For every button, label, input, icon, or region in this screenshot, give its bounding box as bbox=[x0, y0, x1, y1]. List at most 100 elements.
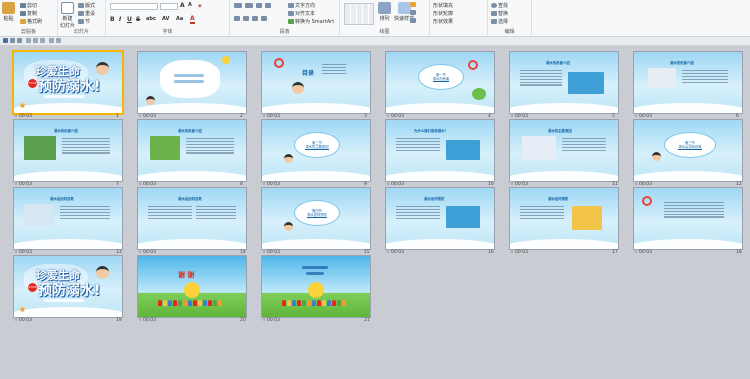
slide-thumbnail[interactable]: 珍爱生命 STOP 预防溺水! bbox=[14, 256, 122, 317]
star-icon: ☆ bbox=[14, 318, 19, 323]
font-name-box[interactable] bbox=[110, 3, 158, 10]
shapes-gallery[interactable] bbox=[344, 3, 374, 25]
slide-thumbnail[interactable]: 溺水的危害介绍 bbox=[14, 120, 122, 181]
italic-button[interactable]: I bbox=[119, 16, 121, 23]
section-button[interactable]: 节 bbox=[78, 18, 90, 25]
redo-icon[interactable] bbox=[17, 38, 22, 43]
slide-thumbnail[interactable]: 溺水如何预防 bbox=[386, 188, 494, 249]
start-slideshow-icon[interactable] bbox=[26, 38, 31, 43]
strikethrough-button[interactable]: S bbox=[136, 16, 140, 23]
clear-format-button[interactable]: ◈ bbox=[198, 3, 202, 9]
slide-thumbnail[interactable]: 第二节 溺水的主要原因 bbox=[262, 120, 370, 181]
shadow-button[interactable]: abc bbox=[146, 16, 156, 22]
slide-timing: ☆ 00:03 bbox=[386, 250, 405, 255]
spacing-button[interactable]: AV bbox=[162, 16, 169, 22]
slide-thumbnail[interactable]: 溺水如何预防 bbox=[510, 188, 618, 249]
change-case-button[interactable]: Aa bbox=[176, 16, 183, 22]
format-painter-button[interactable]: 格式刷 bbox=[20, 18, 42, 25]
wave-decoration bbox=[138, 103, 246, 113]
new-slide-button[interactable]: 新建 幻灯片 bbox=[60, 2, 75, 29]
wave-decoration bbox=[634, 239, 742, 249]
illustration bbox=[446, 206, 480, 228]
slide-number: 8 bbox=[240, 182, 243, 187]
island-graphic bbox=[472, 88, 486, 100]
paste-button[interactable]: 粘贴 bbox=[2, 2, 15, 22]
slide-number: 16 bbox=[488, 250, 494, 255]
align-left-icon[interactable] bbox=[234, 16, 240, 21]
shape-fill-label-button[interactable]: 形状填充 bbox=[433, 2, 453, 9]
view-sorter-icon[interactable] bbox=[56, 38, 61, 43]
font-size-box[interactable] bbox=[160, 3, 178, 10]
slide-timing: ☆ 00:03 bbox=[634, 114, 653, 119]
align-center-icon[interactable] bbox=[243, 16, 249, 21]
drawing-format-group: 形状填充 形状轮廓 形状效果 bbox=[430, 0, 488, 36]
slide-thumbnail[interactable]: 第一节 溺水的危害 bbox=[386, 52, 494, 113]
grow-font-button[interactable]: A bbox=[180, 2, 185, 9]
shrink-font-button[interactable]: A bbox=[188, 2, 192, 8]
bullets-icon[interactable] bbox=[234, 3, 242, 8]
print-preview-icon[interactable] bbox=[33, 38, 38, 43]
text-direction-button[interactable]: 文字方向 bbox=[288, 2, 315, 9]
slide-thumbnail[interactable]: 第三节 溺水后如何自救 bbox=[634, 120, 742, 181]
indent-icon[interactable] bbox=[265, 3, 271, 8]
cut-button[interactable]: 剪切 bbox=[20, 2, 37, 9]
star-icon: ☆ bbox=[14, 250, 19, 255]
slide-thumbnail[interactable]: 第四节 溺水如何预防 bbox=[262, 188, 370, 249]
slide-number: 20 bbox=[240, 318, 246, 323]
body-text bbox=[520, 206, 564, 220]
clipboard-group: 粘贴 剪切 复制 格式刷 剪贴板 bbox=[0, 0, 58, 36]
copy-button[interactable]: 复制 bbox=[20, 10, 37, 17]
align-text-button[interactable]: 对齐文本 bbox=[288, 10, 315, 17]
reset-button[interactable]: 重设 bbox=[78, 10, 95, 17]
underline-button[interactable]: U bbox=[127, 16, 132, 23]
slide-thumbnail[interactable]: 溺水后如何自救 bbox=[14, 188, 122, 249]
justify-icon[interactable] bbox=[261, 16, 267, 21]
slide-thumbnail[interactable]: 溺水的危害介绍 bbox=[138, 120, 246, 181]
save-icon[interactable] bbox=[3, 38, 8, 43]
slide-thumbnail[interactable]: 目录 bbox=[262, 52, 370, 113]
arrange-button[interactable]: 排列 bbox=[378, 2, 391, 22]
slide-thumbnail[interactable]: 溺水的主要原因 bbox=[510, 120, 618, 181]
shape-fill-button[interactable] bbox=[410, 2, 416, 7]
illustration bbox=[572, 206, 602, 230]
slide-thumbnail[interactable] bbox=[634, 188, 742, 249]
shape-outline-button[interactable] bbox=[410, 10, 416, 15]
bold-button[interactable]: B bbox=[110, 16, 115, 23]
star-icon: ☆ bbox=[262, 250, 267, 255]
wave-decoration bbox=[14, 171, 122, 181]
paint-bucket-icon bbox=[410, 2, 416, 7]
find-button[interactable]: 查找 bbox=[491, 2, 508, 9]
slide-thumbnail[interactable]: 谢 谢 bbox=[138, 256, 246, 317]
shape-effects-label-button[interactable]: 形状效果 bbox=[433, 18, 453, 25]
slide-thumbnail[interactable]: 珍爱生命 STOP 预防溺水! bbox=[14, 52, 122, 113]
wave-decoration bbox=[14, 239, 122, 249]
replace-button[interactable]: 替换 bbox=[491, 10, 508, 17]
numbering-icon[interactable] bbox=[245, 3, 253, 8]
view-normal-icon[interactable] bbox=[49, 38, 54, 43]
layout-button[interactable]: 版式 bbox=[78, 2, 95, 9]
slide-number: 10 bbox=[488, 182, 494, 187]
star-icon: ☆ bbox=[634, 250, 639, 255]
smartart-button[interactable]: 转换为 SmartArt bbox=[288, 18, 334, 25]
life-ring-icon bbox=[274, 58, 284, 68]
slide-thumbnail[interactable]: 溺水的危害介绍 bbox=[510, 52, 618, 113]
body-text bbox=[682, 70, 728, 84]
wave-decoration bbox=[14, 103, 122, 113]
outdent-icon[interactable] bbox=[256, 3, 262, 8]
slide-number: 21 bbox=[364, 318, 370, 323]
undo-icon[interactable] bbox=[10, 38, 15, 43]
slide-number: 15 bbox=[364, 250, 370, 255]
slide-thumbnail[interactable] bbox=[262, 256, 370, 317]
brush-icon bbox=[20, 19, 26, 24]
select-button[interactable]: 选择 bbox=[491, 18, 508, 25]
customize-toolbar-icon[interactable] bbox=[40, 38, 45, 43]
font-color-button[interactable]: A bbox=[190, 16, 195, 24]
slide-thumbnail[interactable]: 为什么我们容易溺水？ bbox=[386, 120, 494, 181]
slide-thumbnail[interactable] bbox=[138, 52, 246, 113]
search-icon bbox=[491, 3, 497, 8]
align-right-icon[interactable] bbox=[252, 16, 258, 21]
slide-thumbnail[interactable]: 溺水后如何自救 bbox=[138, 188, 246, 249]
shape-outline-label-button[interactable]: 形状轮廓 bbox=[433, 10, 453, 17]
shape-effects-button[interactable] bbox=[410, 18, 416, 23]
slide-thumbnail[interactable]: 溺水的危害介绍 bbox=[634, 52, 742, 113]
